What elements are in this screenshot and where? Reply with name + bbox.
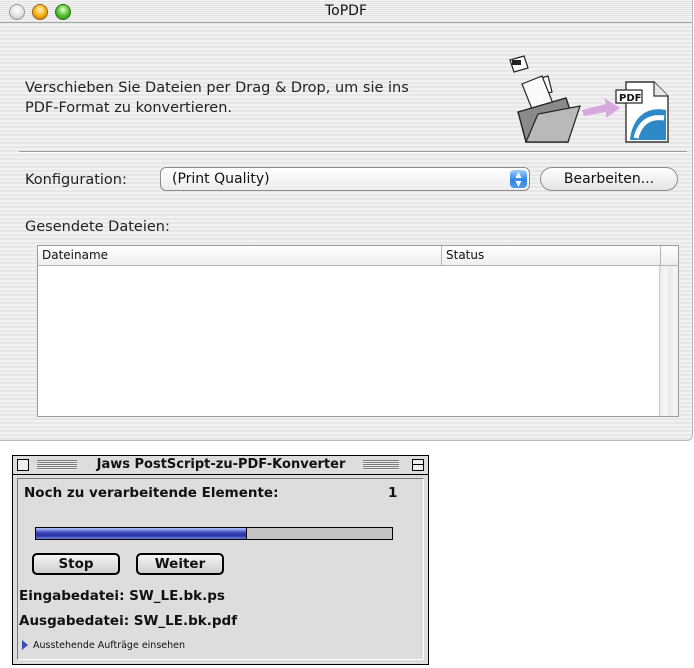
close-box-icon[interactable]: [17, 459, 29, 471]
pdf-document-icon: PDF: [615, 81, 669, 143]
arrow-right-icon: [582, 98, 620, 118]
progress-fill: [36, 528, 248, 539]
stop-button[interactable]: Stop: [32, 553, 120, 575]
remaining-items-label: Noch zu verarbeitende Elemente:: [24, 485, 279, 501]
configuration-popup[interactable]: (Print Quality) ▲ ▼: [160, 167, 530, 191]
column-divider: [441, 246, 442, 265]
title-stripes: [37, 460, 77, 470]
column-divider: [660, 246, 661, 265]
instructions-line-1: Verschieben Sie Dateien per Drag & Drop,…: [25, 80, 409, 96]
sent-files-table[interactable]: Dateiname Status: [37, 245, 679, 417]
disclosure-triangle-icon[interactable]: [22, 640, 28, 650]
topdf-window: ToPDF Verschieben Sie Dateien per Drag &…: [0, 0, 693, 441]
window-title: ToPDF: [324, 3, 367, 19]
configuration-value: (Print Quality): [172, 171, 270, 187]
converter-title-bar[interactable]: Jaws PostScript-zu-PDF-Konverter: [13, 456, 428, 475]
output-file-label: Ausgabedatei: SW_LE.bk.pdf: [19, 613, 238, 629]
document-icon: [509, 55, 529, 73]
instructions-text: Verschieben Sie Dateien per Drag & Drop,…: [25, 78, 485, 118]
column-header-filename[interactable]: Dateiname: [42, 248, 108, 262]
pending-jobs-link[interactable]: Ausstehende Aufträge einsehen: [33, 640, 185, 651]
table-header: Dateiname Status: [38, 246, 678, 266]
popup-arrows-icon: ▲ ▼: [510, 170, 527, 188]
progress-bar: [35, 527, 393, 540]
input-file-label: Eingabedatei: SW_LE.bk.ps: [19, 588, 225, 604]
sent-files-label: Gesendete Dateien:: [25, 219, 170, 235]
drag-drop-art: PDF: [509, 55, 669, 143]
column-header-status[interactable]: Status: [446, 248, 484, 262]
vertical-scrollbar[interactable]: [659, 266, 678, 416]
continue-button[interactable]: Weiter: [136, 553, 224, 575]
configuration-label: Konfiguration:: [25, 172, 127, 188]
collapse-box-icon[interactable]: [412, 459, 424, 471]
separator: [19, 151, 687, 153]
instructions-line-2: PDF-Format zu konvertieren.: [25, 100, 233, 116]
title-stripes: [363, 460, 399, 470]
title-bar[interactable]: ToPDF: [0, 0, 692, 23]
remaining-items-count: 1: [388, 485, 398, 501]
edit-button[interactable]: Bearbeiten...: [540, 167, 678, 191]
converter-title: Jaws PostScript-zu-PDF-Konverter: [81, 457, 361, 472]
pdf-badge-text: PDF: [619, 93, 641, 104]
